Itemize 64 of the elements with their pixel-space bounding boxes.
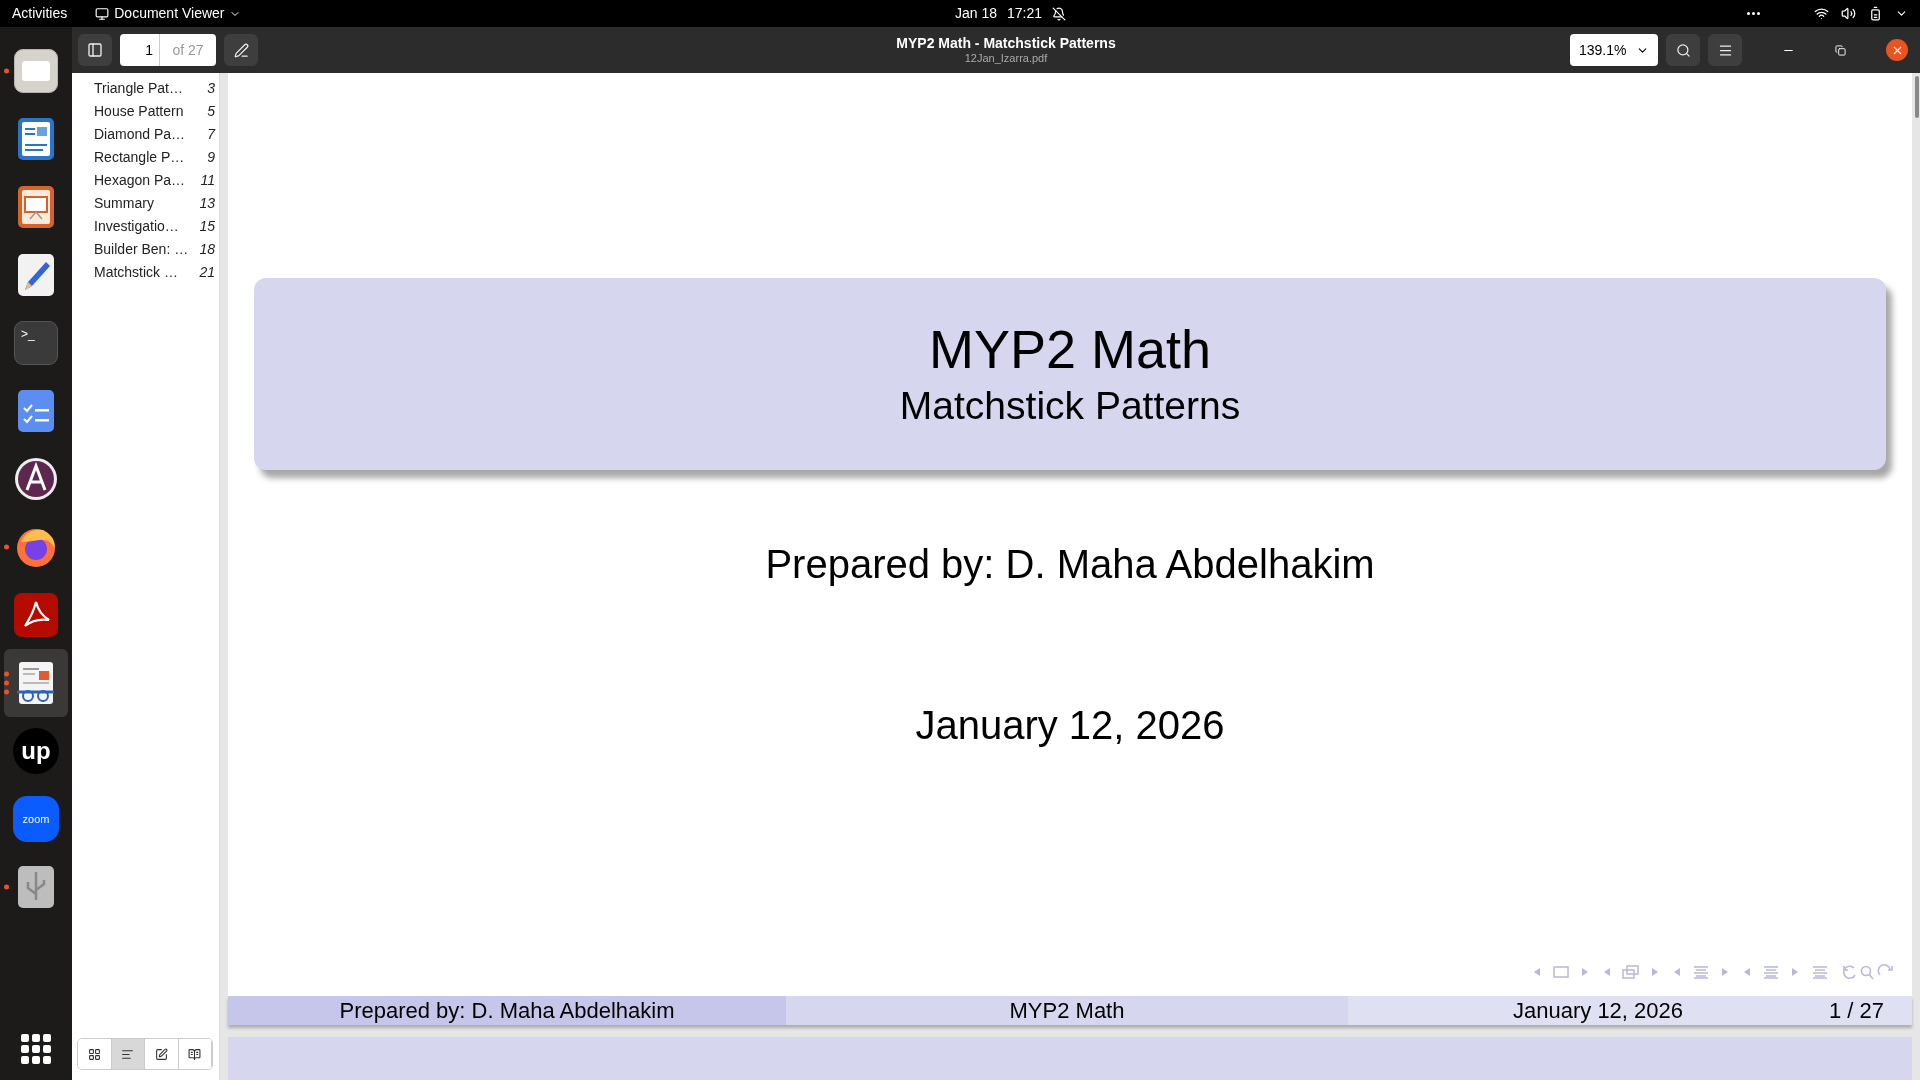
annotate-button[interactable] bbox=[224, 34, 258, 66]
document-glasses-icon[interactable] bbox=[15, 660, 57, 706]
clock[interactable]: Jan 18 17:21 bbox=[955, 3, 1067, 24]
terminal-icon[interactable]: >_ bbox=[14, 321, 58, 365]
battery-icon[interactable] bbox=[1868, 6, 1883, 21]
dock-item[interactable]: >_ bbox=[4, 309, 68, 377]
outline-item[interactable]: Builder Ben: … 18 bbox=[94, 238, 215, 261]
pen-icon bbox=[233, 42, 249, 58]
dock-item[interactable]: zoom bbox=[4, 785, 68, 853]
window-subtitle: 12Jan_Izarra.pdf bbox=[964, 52, 1048, 65]
slide-date: January 12, 2026 bbox=[915, 702, 1225, 749]
zoom-dropdown[interactable]: 139.1% bbox=[1570, 34, 1658, 66]
document-icon[interactable] bbox=[16, 116, 56, 162]
menu-button[interactable] bbox=[1708, 34, 1742, 66]
menu-icon bbox=[1717, 42, 1733, 58]
outline-item[interactable]: Summary 13 bbox=[94, 192, 215, 215]
slide-subtitle: Matchstick Patterns bbox=[899, 383, 1241, 429]
thumbnails-icon bbox=[87, 1047, 101, 1061]
usb-icon[interactable] bbox=[16, 864, 56, 910]
annotations-icon bbox=[154, 1047, 168, 1061]
folder-icon[interactable] bbox=[14, 49, 58, 93]
window-title: MYP2 Math - Matchstick Patterns bbox=[896, 35, 1116, 52]
slide-title: MYP2 Math bbox=[928, 318, 1212, 381]
slide-author: Prepared by: D. Maha Abdelhakim bbox=[765, 541, 1375, 588]
thumbnails-tab[interactable] bbox=[78, 1039, 112, 1069]
sidebar-toggle-button[interactable] bbox=[78, 34, 112, 66]
monitor-icon bbox=[95, 6, 110, 21]
scrollbar[interactable] bbox=[1915, 76, 1919, 118]
footer-author: Prepared by: D. Maha Abdelhakim bbox=[228, 996, 786, 1025]
sidebar-icon bbox=[87, 42, 103, 58]
outline-tab[interactable] bbox=[111, 1039, 145, 1069]
outline-item[interactable]: Diamond Pa… 7 bbox=[94, 123, 215, 146]
pdf-reader-icon[interactable] bbox=[13, 592, 59, 638]
outline-item[interactable]: Hexagon Pa… 11 bbox=[94, 169, 215, 192]
footer-page-number: 1 / 27 bbox=[1828, 999, 1884, 1022]
outline-item[interactable]: Matchstick … 21 bbox=[94, 261, 215, 284]
zoom-logo[interactable]: zoom bbox=[13, 796, 59, 842]
outline-item[interactable]: Investigatio… 15 bbox=[94, 215, 215, 238]
bell-off-icon bbox=[1052, 6, 1067, 21]
attachments-icon bbox=[188, 1047, 202, 1061]
dock-item[interactable]: up bbox=[4, 717, 68, 785]
maximize-icon[interactable] bbox=[1835, 44, 1846, 56]
presentation-icon[interactable] bbox=[16, 184, 56, 230]
wifi-icon[interactable] bbox=[1814, 6, 1829, 21]
outline-item[interactable]: House Pattern 5 bbox=[94, 100, 215, 123]
footer-title: MYP2 Math bbox=[786, 996, 1348, 1025]
page-field[interactable]: 1 of 27 bbox=[120, 34, 216, 66]
close-button[interactable] bbox=[1886, 39, 1908, 61]
outline-item[interactable]: Triangle Pat… 3 bbox=[94, 77, 215, 100]
upwork-logo[interactable]: up bbox=[13, 728, 59, 774]
more-icon[interactable] bbox=[1747, 12, 1760, 15]
app-menu[interactable]: Document Viewer bbox=[95, 3, 242, 24]
search-button[interactable] bbox=[1666, 34, 1700, 66]
outline-icon bbox=[121, 1047, 135, 1061]
app-grid-icon[interactable] bbox=[21, 1034, 51, 1064]
app-store-icon[interactable] bbox=[13, 456, 59, 502]
outline-item[interactable]: Rectangle P… 9 bbox=[94, 146, 215, 169]
activities-button[interactable]: Activities bbox=[12, 3, 68, 24]
pencil-icon[interactable] bbox=[16, 252, 56, 298]
search-icon bbox=[1675, 42, 1691, 58]
dock-item[interactable] bbox=[4, 649, 68, 717]
footer-date: January 12, 2026 bbox=[1513, 999, 1684, 1022]
checklist-icon[interactable] bbox=[16, 388, 56, 434]
volume-icon[interactable] bbox=[1841, 6, 1856, 21]
